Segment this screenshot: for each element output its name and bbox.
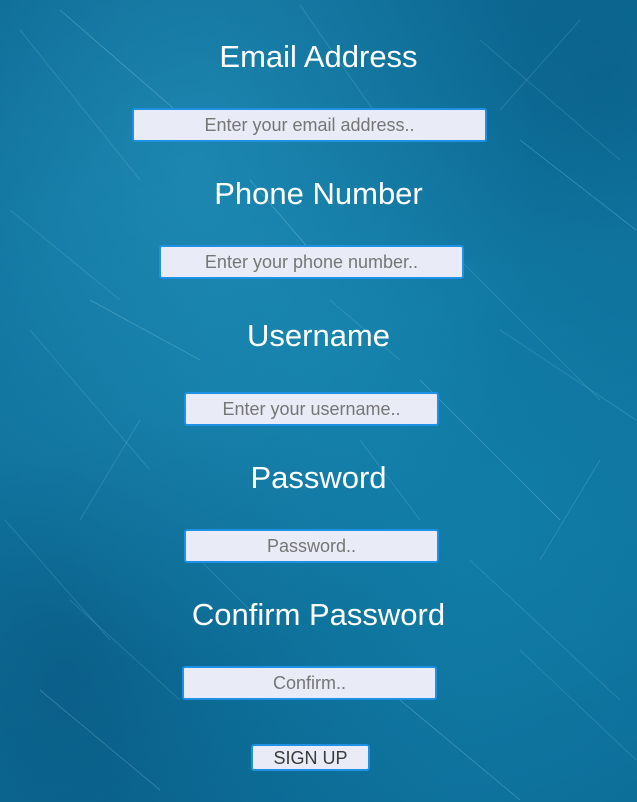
signup-form: Email Address Phone Number Username Pass… [0, 0, 637, 802]
confirm-password-field[interactable] [182, 666, 437, 700]
phone-label: Phone Number [214, 176, 423, 211]
username-field[interactable] [184, 392, 439, 426]
email-field[interactable] [132, 108, 487, 142]
confirm-password-label: Confirm Password [191, 597, 446, 632]
email-label: Email Address [219, 39, 418, 74]
phone-field[interactable] [159, 245, 464, 279]
sign-up-button[interactable]: SIGN UP [251, 744, 370, 771]
username-label: Username [247, 318, 390, 353]
password-field[interactable] [184, 529, 439, 563]
password-label: Password [250, 460, 387, 495]
